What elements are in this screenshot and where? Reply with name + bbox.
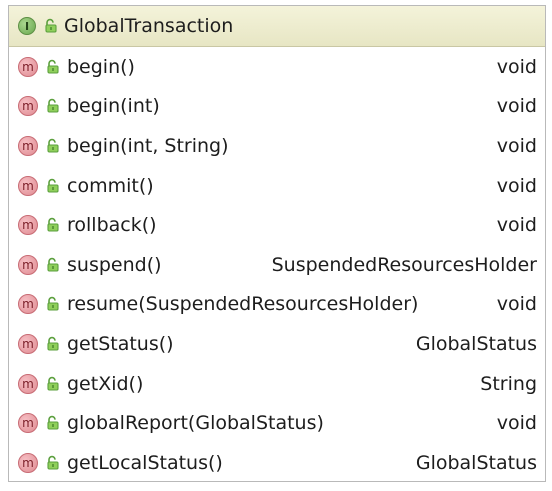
method-return-type: SuspendedResourcesHolder	[271, 253, 537, 276]
public-icon	[47, 416, 59, 430]
method-signature: resume(SuspendedResourcesHolder)	[67, 293, 419, 316]
method-signature: commit()	[67, 174, 154, 197]
method-row[interactable]: m getXid() String	[9, 364, 545, 404]
method-row[interactable]: m getStatus() GlobalStatus	[9, 324, 545, 364]
method-row[interactable]: m begin(int, String) void	[9, 126, 545, 166]
public-icon	[47, 376, 59, 391]
method-icon: m	[18, 413, 38, 434]
method-return-type: void	[496, 55, 537, 78]
method-signature: globalReport(GlobalStatus)	[67, 412, 324, 435]
method-return-type: GlobalStatus	[415, 332, 537, 355]
method-signature: begin(int)	[67, 95, 160, 118]
method-icon: m	[18, 452, 38, 473]
method-icon: m	[18, 135, 38, 156]
method-return-type: void	[496, 174, 537, 197]
method-signature: getStatus()	[67, 332, 174, 355]
method-row[interactable]: m suspend() SuspendedResourcesHolder	[9, 245, 545, 285]
method-row[interactable]: m getLocalStatus() GlobalStatus	[9, 443, 545, 483]
method-return-type: void	[496, 214, 537, 237]
class-header: I GlobalTransaction	[9, 6, 545, 47]
method-icon: m	[18, 56, 38, 77]
public-icon	[47, 297, 59, 311]
method-return-type: void	[496, 95, 537, 118]
method-row[interactable]: m rollback() void	[9, 205, 545, 245]
method-signature: getLocalStatus()	[67, 451, 223, 474]
public-icon	[47, 336, 59, 351]
interface-icon: I	[18, 17, 36, 35]
method-icon: m	[18, 96, 38, 117]
method-return-type: String	[480, 372, 537, 395]
method-signature: getXid()	[67, 372, 144, 395]
public-icon	[47, 218, 59, 232]
public-icon	[47, 59, 59, 74]
class-name: GlobalTransaction	[64, 15, 234, 37]
method-icon: m	[18, 373, 38, 394]
method-row[interactable]: m globalReport(GlobalStatus) void	[9, 403, 545, 443]
method-return-type: void	[496, 134, 537, 157]
method-signature: begin(int, String)	[67, 134, 229, 157]
method-return-type: GlobalStatus	[415, 451, 537, 474]
method-row[interactable]: m begin(int) void	[9, 87, 545, 127]
method-row[interactable]: m begin() void	[9, 47, 545, 87]
public-icon	[45, 18, 57, 33]
method-return-type: void	[496, 412, 537, 435]
method-row[interactable]: m resume(SuspendedResourcesHolder) void	[9, 285, 545, 325]
method-signature: rollback()	[67, 214, 157, 237]
public-icon	[47, 257, 59, 272]
public-icon	[47, 99, 59, 113]
method-return-type: void	[496, 293, 537, 316]
method-icon: m	[18, 175, 38, 196]
method-row[interactable]: m commit() void	[9, 166, 545, 206]
method-icon: m	[18, 215, 38, 236]
method-list: m begin() void m begin(int) void m begin(int, S…	[9, 47, 545, 483]
public-icon	[47, 455, 59, 470]
public-icon	[47, 178, 59, 193]
method-icon: m	[18, 294, 38, 315]
method-icon: m	[18, 254, 38, 275]
public-icon	[47, 138, 59, 153]
method-signature: suspend()	[67, 253, 162, 276]
class-diagram-box: I GlobalTransaction m begin() void m begin(i…	[8, 5, 546, 482]
method-icon: m	[18, 333, 38, 354]
method-signature: begin()	[67, 55, 135, 78]
